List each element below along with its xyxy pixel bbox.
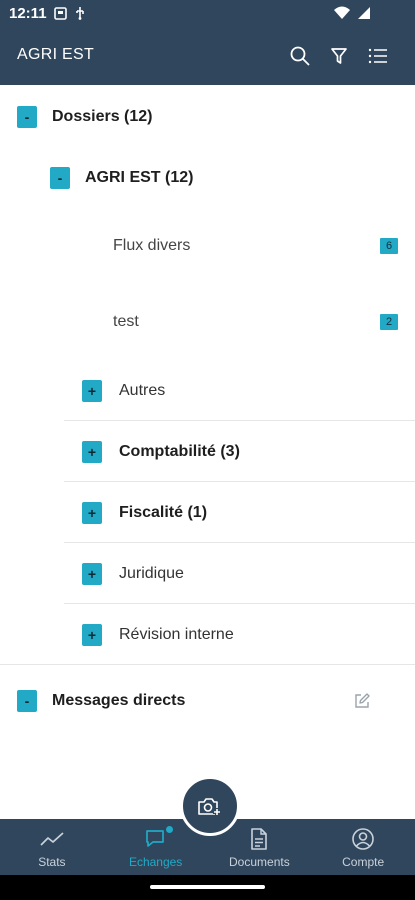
- tree-subfolder-revision-interne[interactable]: + Révision interne: [0, 623, 415, 647]
- notification-dot: [164, 825, 174, 834]
- tree-leaf-flux-divers[interactable]: Flux divers 6: [0, 234, 415, 258]
- count-badge: 6: [380, 238, 398, 254]
- collapse-toggle[interactable]: -: [50, 167, 70, 189]
- subfolder-label: Comptabilité (3): [119, 443, 240, 460]
- tree-folder-label: AGRI EST (12): [85, 169, 194, 186]
- edit-icon: [355, 693, 370, 708]
- collapse-toggle[interactable]: -: [17, 106, 37, 128]
- tree-root-label: Dossiers (12): [52, 108, 153, 125]
- nav-item-compte[interactable]: Compte: [311, 819, 415, 875]
- divider: [64, 420, 415, 421]
- nav-label: Documents: [229, 855, 290, 869]
- subfolder-label: Fiscalité (1): [119, 504, 208, 521]
- document-icon: [251, 828, 268, 850]
- nav-label: Compte: [342, 855, 385, 869]
- stats-line-icon: [40, 832, 64, 846]
- subfolder-label: Autres: [119, 382, 166, 399]
- filter-icon: [331, 48, 347, 64]
- compose-message-button[interactable]: [351, 690, 373, 712]
- count-badge: 2: [380, 314, 398, 330]
- tree-subfolder-autres[interactable]: + Autres: [0, 379, 415, 403]
- tree-folder-agri-est[interactable]: - AGRI EST (12): [0, 166, 415, 190]
- nav-item-stats[interactable]: Stats: [0, 819, 104, 875]
- divider: [0, 664, 415, 665]
- home-gesture-bar[interactable]: [150, 885, 265, 889]
- divider: [64, 481, 415, 482]
- expand-toggle[interactable]: +: [82, 624, 102, 646]
- leaf-label: test: [113, 313, 139, 330]
- status-bar: 12:11: [0, 0, 415, 28]
- camera-add-icon: [198, 798, 221, 816]
- tree-subfolder-comptabilite[interactable]: + Comptabilité (3): [0, 440, 415, 464]
- divider: [64, 542, 415, 543]
- messages-label: Messages directs: [52, 692, 186, 709]
- tree-subfolder-fiscalite[interactable]: + Fiscalité (1): [0, 501, 415, 525]
- collapse-toggle[interactable]: -: [17, 690, 37, 712]
- nav-label: Echanges: [128, 855, 183, 869]
- tree-root-dossiers[interactable]: - Dossiers (12): [0, 105, 415, 129]
- expand-toggle[interactable]: +: [82, 563, 102, 585]
- search-icon: [290, 46, 310, 66]
- camera-upload-button[interactable]: [180, 776, 240, 836]
- status-time: 12:11: [9, 5, 47, 22]
- expand-toggle[interactable]: +: [82, 502, 102, 524]
- leaf-label: Flux divers: [113, 237, 191, 254]
- wifi-icon: [333, 6, 351, 25]
- list-view-icon: [368, 48, 387, 64]
- usb-debug-icon: [75, 6, 85, 25]
- signal-icon: [357, 6, 371, 25]
- subfolder-label: Révision interne: [119, 626, 234, 643]
- account-icon: [352, 828, 374, 850]
- expand-toggle[interactable]: +: [82, 441, 102, 463]
- expand-toggle[interactable]: +: [82, 380, 102, 402]
- search-button[interactable]: [287, 43, 313, 69]
- nav-label: Stats: [38, 855, 66, 869]
- divider: [64, 603, 415, 604]
- page-title: AGRI EST: [17, 46, 95, 63]
- tree-subfolder-juridique[interactable]: + Juridique: [0, 562, 415, 586]
- filter-button[interactable]: [326, 43, 352, 69]
- list-view-button[interactable]: [365, 43, 391, 69]
- notification-icon: [54, 6, 67, 25]
- system-gesture-area: [0, 875, 415, 900]
- app-header: 12:11 AGRI EST: [0, 0, 415, 85]
- chat-icon: [145, 830, 164, 847]
- tree-leaf-test[interactable]: test 2: [0, 310, 415, 334]
- subfolder-label: Juridique: [119, 565, 184, 582]
